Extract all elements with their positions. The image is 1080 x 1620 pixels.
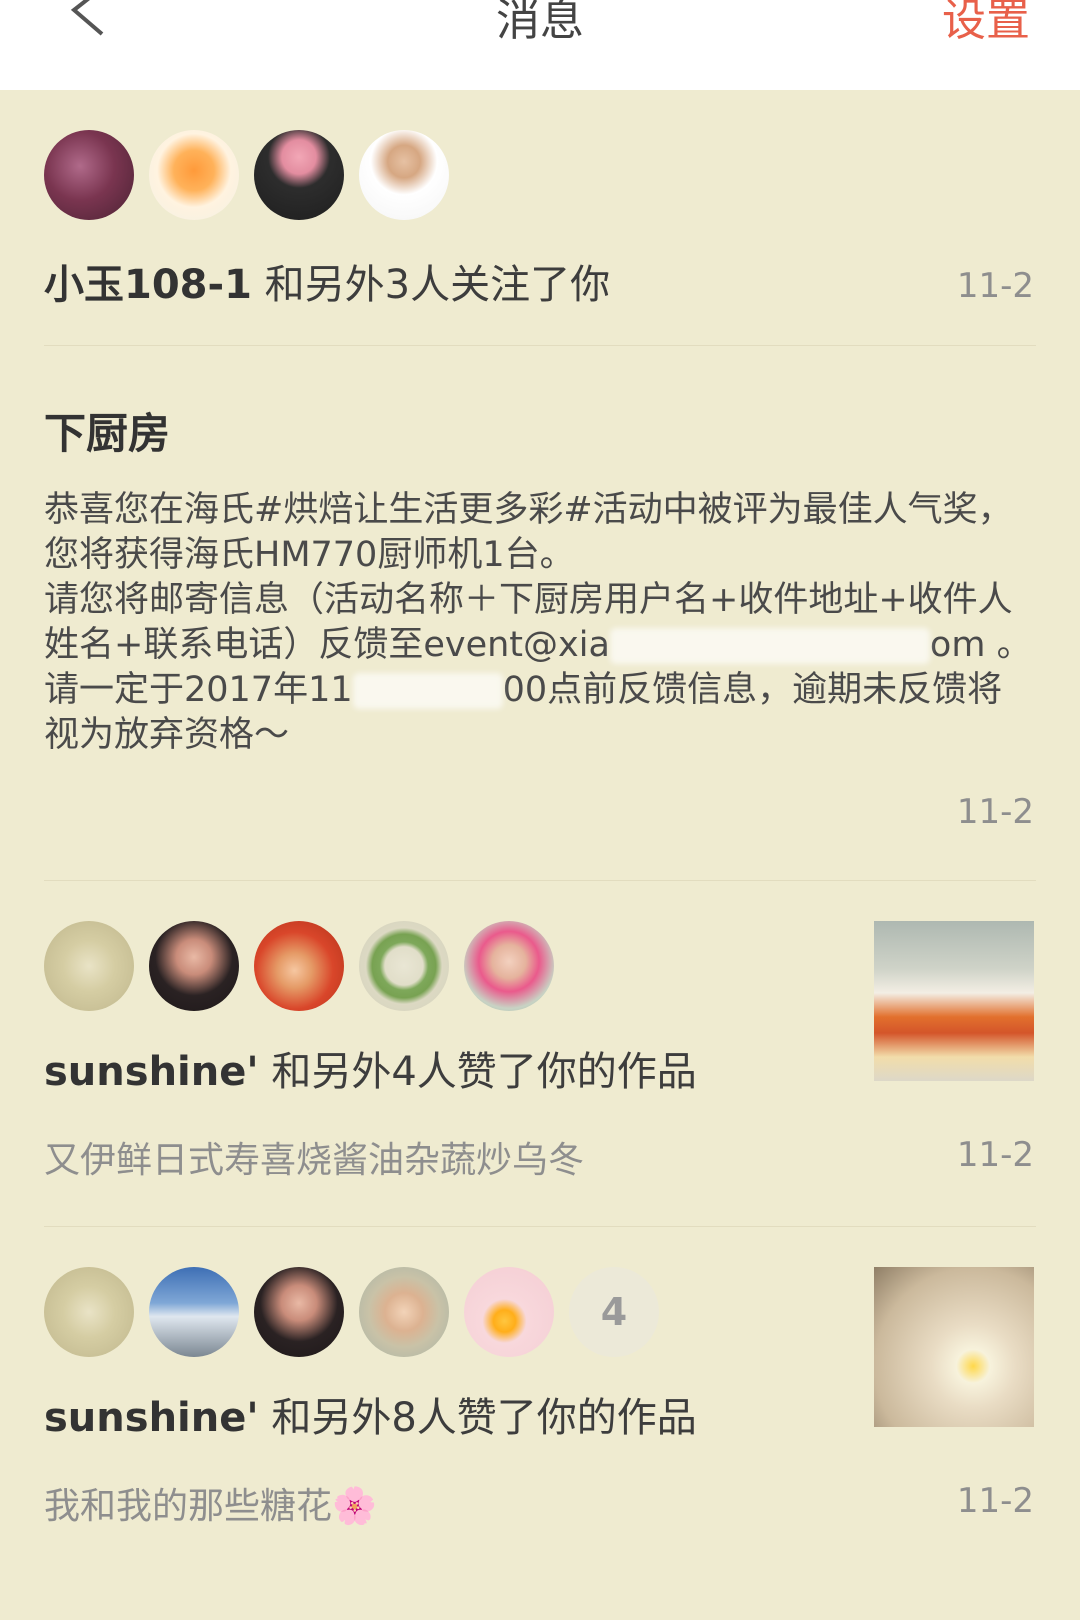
avatar[interactable] — [359, 1267, 449, 1357]
message-body: 恭喜您在海氏#烘焙让生活更多彩#活动中被评为最佳人气奖，您将获得海氏HM770厨… — [44, 488, 1034, 758]
redacted-blur — [352, 673, 503, 709]
liker-avatars: 4 — [44, 1267, 674, 1359]
email-end: om — [929, 625, 986, 665]
notification-text: 小玉108-1 和另外3人关注了你 — [44, 252, 610, 310]
settings-button[interactable]: 设置 — [942, 0, 1030, 48]
avatar[interactable] — [149, 1267, 239, 1357]
top-bar: 消息 设置 — [0, 0, 1080, 90]
redacted-blur — [609, 628, 930, 664]
avatar[interactable] — [359, 130, 449, 220]
timestamp: 11-2 — [956, 1135, 1034, 1175]
avatar[interactable] — [44, 130, 134, 220]
action-text: 和另外4人赞了你的作品 — [258, 1049, 697, 1095]
more-likers-count[interactable]: 4 — [569, 1267, 659, 1357]
email-start: event@xia — [423, 625, 610, 665]
liker-avatars — [44, 921, 569, 1013]
avatar[interactable] — [44, 1267, 134, 1357]
work-title[interactable]: 我和我的那些糖花🌸 — [44, 1477, 377, 1529]
avatar[interactable] — [149, 130, 239, 220]
timestamp: 11-2 — [956, 1481, 1034, 1521]
avatar[interactable] — [254, 921, 344, 1011]
follow-notification[interactable]: 小玉108-1 和另外3人关注了你 11-2 — [0, 90, 1080, 345]
page-title: 消息 — [496, 0, 584, 46]
avatar[interactable] — [359, 921, 449, 1011]
action-text: 和另外3人关注了你 — [251, 262, 611, 308]
username[interactable]: 小玉108-1 — [44, 262, 252, 308]
work-title[interactable]: 又伊鲜日式寿喜烧酱油杂蔬炒乌冬 — [44, 1131, 584, 1183]
username[interactable]: sunshine' — [44, 1049, 259, 1095]
notification-text: sunshine' 和另外4人赞了你的作品 — [44, 1039, 697, 1097]
follower-avatars — [44, 130, 464, 222]
action-text: 和另外8人赞了你的作品 — [258, 1395, 697, 1441]
username[interactable]: sunshine' — [44, 1395, 259, 1441]
avatar[interactable] — [254, 130, 344, 220]
like-notification[interactable]: sunshine' 和另外4人赞了你的作品 又伊鲜日式寿喜烧酱油杂蔬炒乌冬 11… — [0, 881, 1080, 1226]
timestamp: 11-2 — [956, 266, 1034, 306]
notification-text: sunshine' 和另外8人赞了你的作品 — [44, 1385, 697, 1443]
avatar[interactable] — [464, 921, 554, 1011]
avatar[interactable] — [464, 1267, 554, 1357]
message-paragraph: 请您将邮寄信息（活动名称＋下厨房用户名+收件地址+收件人姓名+联系电话）反馈至e… — [44, 578, 1034, 758]
avatar[interactable] — [254, 1267, 344, 1357]
work-thumbnail[interactable] — [874, 921, 1034, 1081]
timestamp: 11-2 — [956, 792, 1034, 832]
avatar[interactable] — [149, 921, 239, 1011]
like-notification[interactable]: 4 sunshine' 和另外8人赞了你的作品 我和我的那些糖花🌸 11-2 — [0, 1227, 1080, 1620]
sender-name: 下厨房 — [44, 409, 171, 458]
work-thumbnail[interactable] — [874, 1267, 1034, 1427]
avatar[interactable] — [44, 921, 134, 1011]
system-message[interactable]: 下厨房 恭喜您在海氏#烘焙让生活更多彩#活动中被评为最佳人气奖，您将获得海氏HM… — [0, 346, 1080, 880]
message-paragraph: 恭喜您在海氏#烘焙让生活更多彩#活动中被评为最佳人气奖，您将获得海氏HM770厨… — [44, 490, 1013, 575]
